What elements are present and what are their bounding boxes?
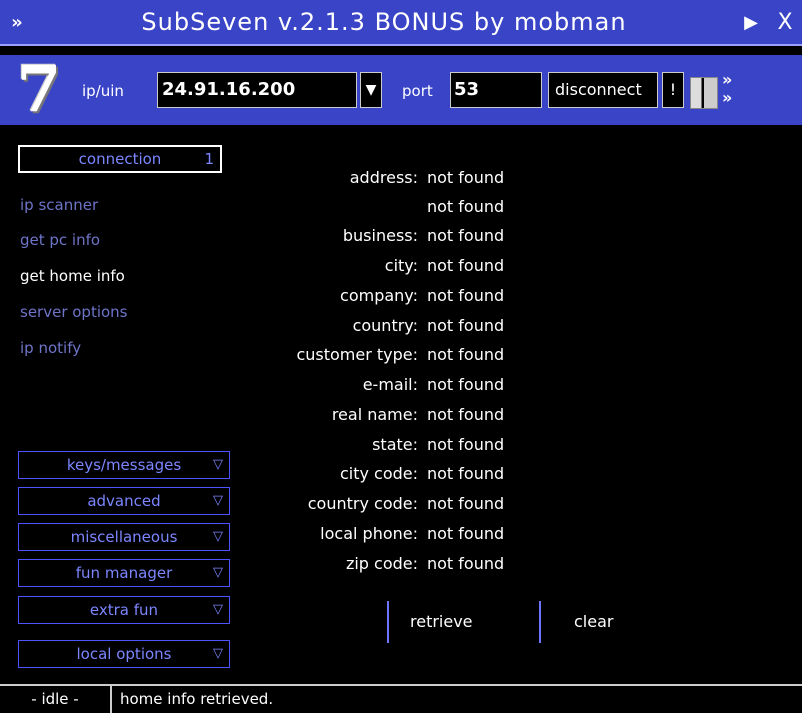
info-value: not found [427,494,505,513]
sidebar-item-label: connection [78,150,162,168]
clear-button[interactable]: clear [574,612,613,631]
status-mode: - idle - [0,686,112,713]
info-row-country-code: country code: not found [240,494,670,516]
info-key: customer type: [296,345,418,364]
info-key: real name: [331,405,418,424]
info-row-zip-code: zip code: not found [240,554,670,576]
info-row-business: business: not found [240,226,670,248]
close-icon[interactable]: X [768,10,802,35]
status-bar: - idle - home info retrieved. [0,684,802,713]
info-key: address: [349,168,418,187]
info-row-country: country: not found [240,316,670,338]
connection-toolbar: 7 ip/uin 24.91.16.200 ▼ port 53 disconne… [0,55,802,125]
info-value: not found [427,524,505,543]
info-value: not found [427,316,505,335]
info-row-city: city: not found [240,256,670,278]
info-value: not found [427,405,505,424]
sidebar-item-server-options[interactable]: server options [20,303,128,321]
menu-label: fun manager [75,564,173,582]
ip-input[interactable]: 24.91.16.200 [157,72,357,108]
chevron-down-icon: ▽ [213,646,223,661]
info-row-customer-type: customer type: not found [240,345,670,367]
info-row-address2: not found [240,197,670,219]
info-value: not found [427,226,505,245]
info-key: state: [372,435,418,454]
port-input[interactable]: 53 [450,72,542,108]
sidebar-item-ip-notify[interactable]: ip notify [20,339,81,357]
chevron-down-icon: ▽ [213,602,223,617]
info-key: country: [352,316,418,335]
info-value: not found [427,375,505,394]
more-icon[interactable]: »» [722,71,732,107]
info-key: e-mail: [362,375,418,394]
info-row-email: e-mail: not found [240,375,670,397]
menu-fun-manager[interactable]: fun manager ▽ [18,559,230,587]
info-value: not found [427,168,505,187]
info-row-company: company: not found [240,286,670,308]
title-bar[interactable]: » SubSeven v.2.1.3 BONUS by mobman ▶ X [0,0,802,46]
retrieve-button[interactable]: retrieve [410,612,473,631]
info-value: not found [427,435,505,454]
sidebar-item-connection[interactable]: connection 1 [18,145,222,173]
menu-extra-fun[interactable]: extra fun ▽ [18,596,230,624]
chevron-down-icon: ▽ [213,493,223,508]
menu-label: miscellaneous [70,528,178,546]
chevron-down-icon: ▽ [213,529,223,544]
info-row-local-phone: local phone: not found [240,524,670,546]
info-row-city-code: city code: not found [240,464,670,486]
info-key: local phone: [320,524,418,543]
info-value: not found [427,286,505,305]
separator [387,601,389,643]
menu-keys-messages[interactable]: keys/messages ▽ [18,451,230,479]
sidebar-item-get-pc-info[interactable]: get pc info [20,231,100,249]
chevron-down-icon: ▽ [213,565,223,580]
info-value: not found [427,464,505,483]
menu-miscellaneous[interactable]: miscellaneous ▽ [18,523,230,551]
separator [539,601,541,643]
menu-label: extra fun [89,601,159,619]
info-key: city: [384,256,418,275]
chevron-down-icon: ▽ [213,457,223,472]
info-key: company: [340,286,418,305]
info-key: country code: [307,494,418,513]
menu-label: local options [76,645,172,663]
info-row-state: state: not found [240,435,670,457]
connection-count: 1 [204,150,214,168]
menu-local-options[interactable]: local options ▽ [18,640,230,668]
port-label: port [402,82,433,100]
ip-dropdown-icon[interactable]: ▼ [360,72,382,108]
sidebar-item-ip-scanner[interactable]: ip scanner [20,196,98,214]
menu-label: keys/messages [66,456,182,474]
info-value: not found [427,256,505,275]
book-icon[interactable] [690,77,718,109]
menu-advanced[interactable]: advanced ▽ [18,487,230,515]
window-title: SubSeven v.2.1.3 BONUS by mobman [141,8,627,36]
menu-icon[interactable]: » [0,12,34,33]
info-key: zip code: [345,554,418,573]
info-key: business: [342,226,418,245]
info-value: not found [427,197,505,216]
pin-icon[interactable]: ▶ [734,12,768,33]
info-value: not found [427,345,505,364]
info-row-real-name: real name: not found [240,405,670,427]
exclamation-button[interactable]: ! [662,72,684,108]
info-row-address: address: not found [240,168,670,190]
status-message: home info retrieved. [120,690,274,708]
subseven-logo-icon: 7 [16,52,62,127]
ip-label: ip/uin [82,82,124,100]
disconnect-button[interactable]: disconnect [548,72,658,108]
sidebar-item-get-home-info[interactable]: get home info [20,267,125,285]
menu-label: advanced [87,492,161,510]
info-key: city code: [339,464,418,483]
info-value: not found [427,554,505,573]
